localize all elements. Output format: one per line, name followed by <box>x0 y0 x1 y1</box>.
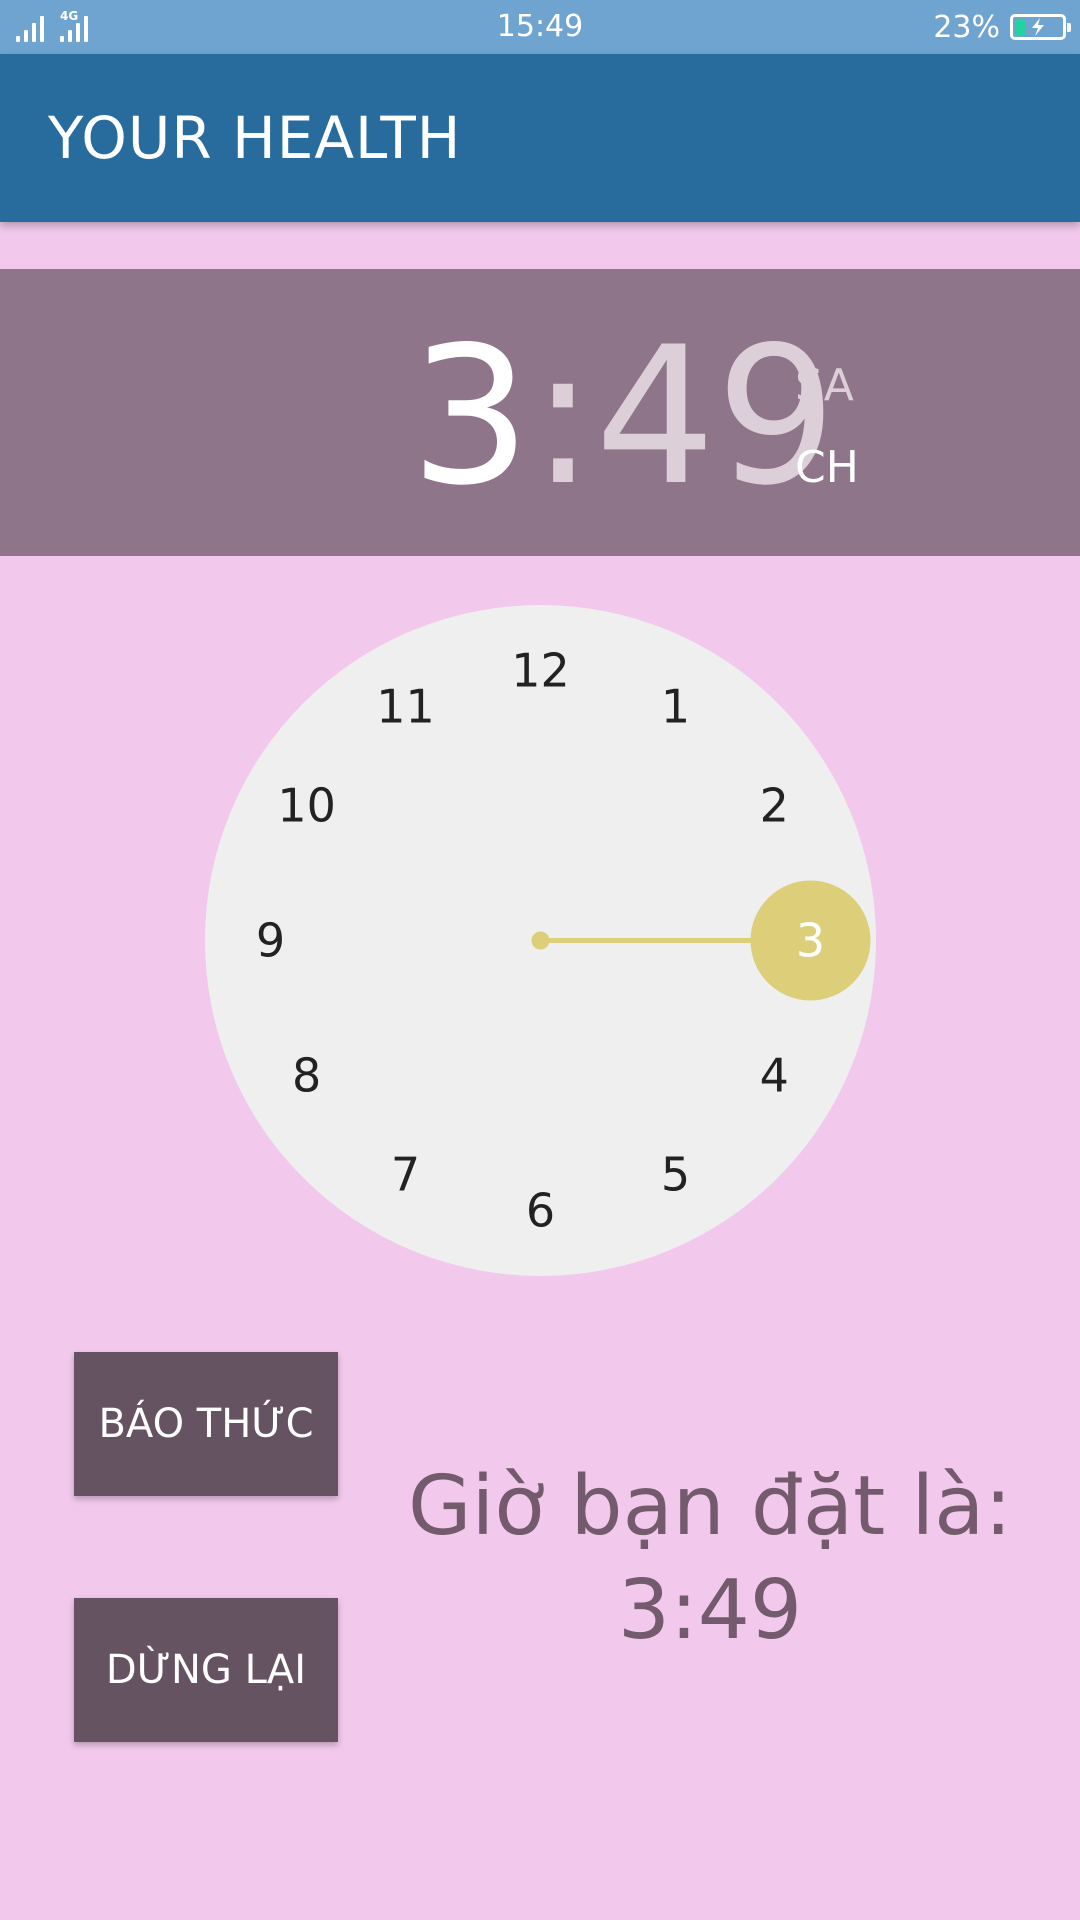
dial-number-1[interactable]: 1 <box>661 680 690 734</box>
dial-number-4[interactable]: 4 <box>760 1049 789 1103</box>
dial-number-6[interactable]: 6 <box>526 1184 555 1238</box>
dial-center-dot <box>531 931 550 950</box>
dial-number-3[interactable]: 3 <box>796 914 825 968</box>
battery-percent: 23% <box>933 9 1000 45</box>
time-display: 3:49 <box>410 322 837 512</box>
pm-toggle[interactable]: CH <box>795 444 859 492</box>
battery-charging-icon <box>1010 14 1071 40</box>
set-time-label: Giờ bạn đặt là: <box>407 1459 1013 1554</box>
dial-number-12[interactable]: 12 <box>511 644 570 698</box>
alarm-button[interactable]: BÁO THỨC <box>74 1352 338 1496</box>
time-separator: : <box>530 306 595 527</box>
dial-number-2[interactable]: 2 <box>760 779 789 833</box>
dial-number-10[interactable]: 10 <box>277 779 336 833</box>
stop-button[interactable]: DỪNG LẠI <box>74 1598 338 1742</box>
minute-display[interactable]: 49 <box>595 306 837 527</box>
dial-number-11[interactable]: 11 <box>376 680 435 734</box>
set-time-message: Giờ bạn đặt là: 3:49 <box>380 1455 1040 1663</box>
status-time: 15:49 <box>496 9 584 44</box>
dial-number-8[interactable]: 8 <box>292 1049 321 1103</box>
set-time-value: 3:49 <box>617 1563 803 1658</box>
app-title: YOUR HEALTH <box>48 104 462 172</box>
dial-number-9[interactable]: 9 <box>256 914 285 968</box>
app-bar: YOUR HEALTH <box>0 54 1080 222</box>
status-bar: 4G 15:49 23% <box>0 0 1080 54</box>
am-toggle[interactable]: SA <box>795 362 854 410</box>
clock-dial[interactable]: 121234567891011 <box>205 605 876 1276</box>
charging-bolt-icon <box>1032 18 1044 36</box>
dial-number-7[interactable]: 7 <box>391 1147 420 1201</box>
dial-number-5[interactable]: 5 <box>661 1147 690 1201</box>
battery-group: 23% <box>933 0 1071 54</box>
hour-display[interactable]: 3 <box>410 306 531 527</box>
